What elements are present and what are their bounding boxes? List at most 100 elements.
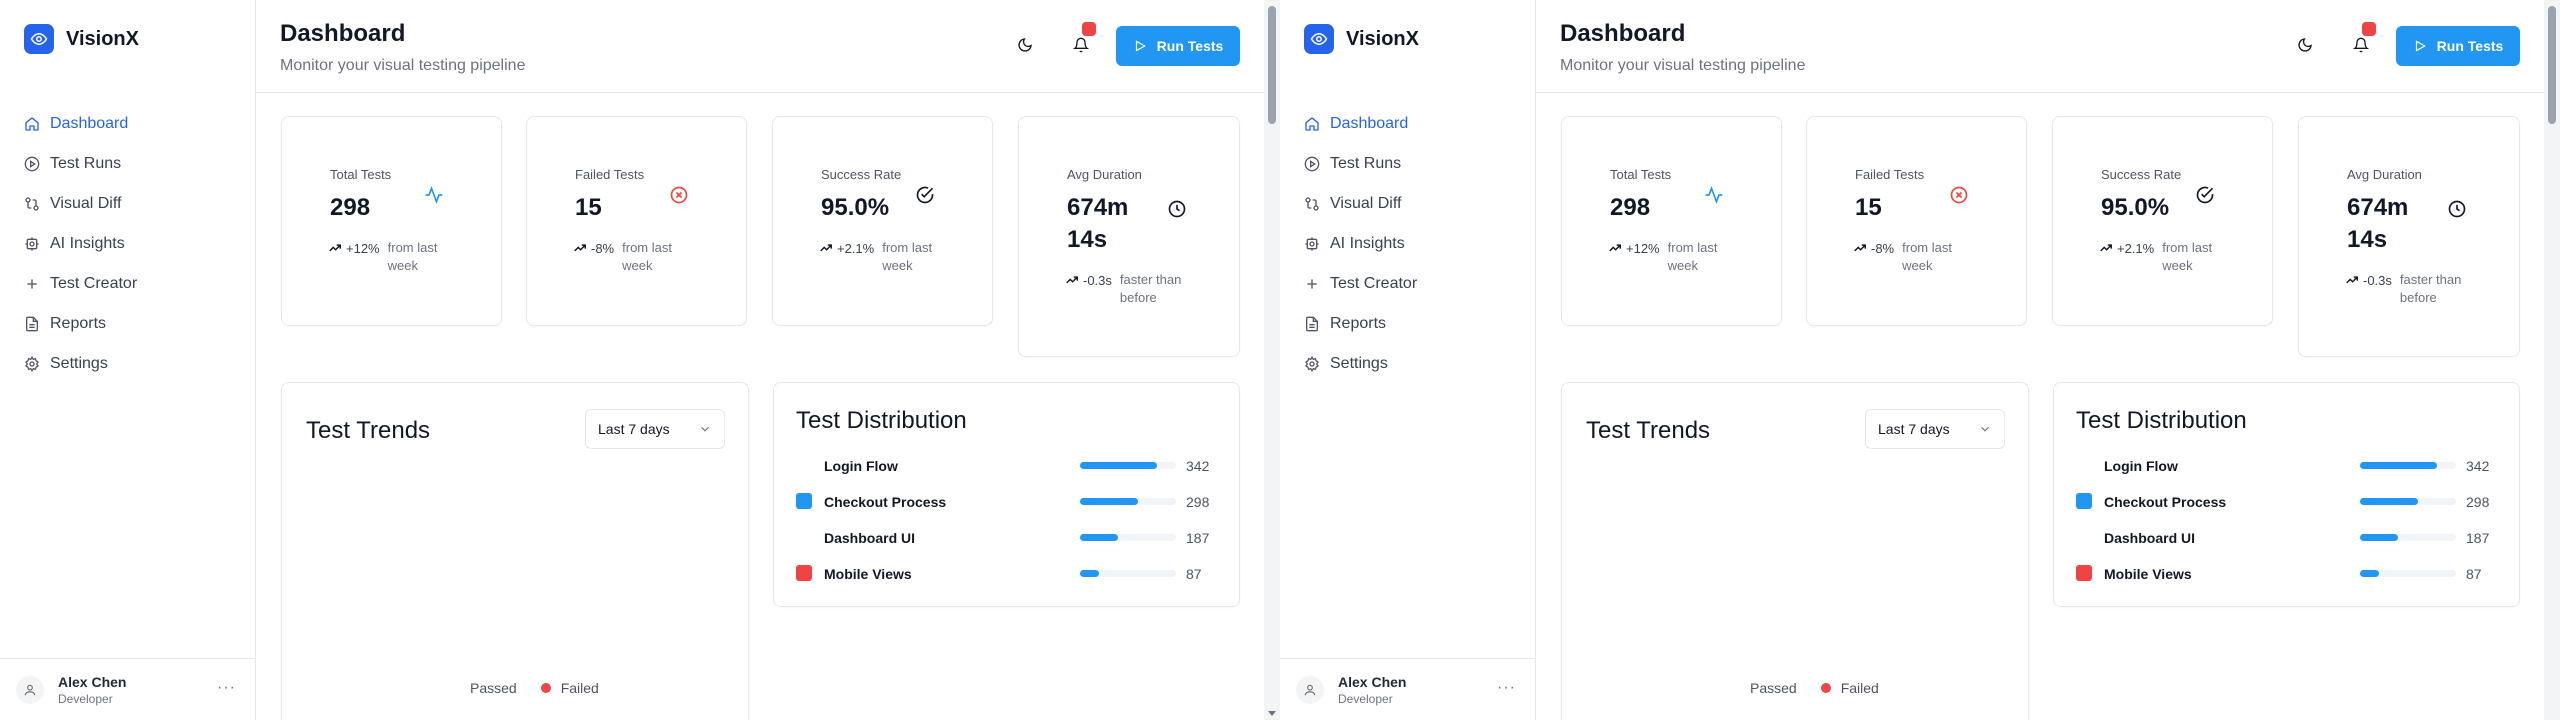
sidebar-item-settings[interactable]: Settings [24, 344, 234, 384]
stat-value: 674m 14s [1067, 194, 1129, 253]
bell-icon[interactable] [2350, 22, 2376, 56]
sidebar-item-label: Test Runs [50, 155, 122, 172]
scrollbar[interactable] [1264, 0, 1280, 720]
sidebar-item-test-creator[interactable]: Test Creator [1304, 264, 1514, 304]
brand[interactable]: VisionX [24, 24, 139, 54]
stat-change-value: +12% [1626, 241, 1660, 256]
theme-toggle-moon-icon[interactable] [2294, 34, 2316, 56]
sidebar-item-test-runs[interactable]: Test Runs [24, 144, 234, 184]
stat-change-value: +2.1% [837, 241, 875, 256]
distribution-value: 187 [1186, 530, 1210, 546]
scrollbar-thumb[interactable] [2548, 6, 2556, 124]
plus-icon [1304, 276, 1320, 292]
page-header: Dashboard Monitor your visual testing pi… [256, 0, 1264, 93]
user-name: Alex Chen [58, 673, 127, 690]
stat-label: Total Tests [330, 167, 392, 182]
run-tests-button[interactable]: Run Tests [2396, 26, 2520, 66]
run-tests-label: Run Tests [1156, 38, 1224, 54]
stat-change: -0.3s faster than before [1065, 271, 1200, 307]
sidebar-item-reports[interactable]: Reports [1304, 304, 1514, 344]
sidebar-item-label: Settings [50, 355, 108, 372]
distribution-bar [1080, 570, 1176, 577]
stat-label: Success Rate [821, 167, 902, 182]
user-panel[interactable]: Alex Chen Developer ··· [1280, 658, 1536, 720]
trend-up-icon [2346, 276, 2358, 284]
trend-up-icon [329, 244, 341, 252]
sidebar-item-label: Reports [1330, 315, 1387, 332]
distribution-bar-fill [2360, 534, 2399, 541]
activity-icon [422, 183, 446, 207]
chevron-down-icon [701, 426, 709, 432]
distribution-bar [1080, 462, 1176, 469]
sidebar-nav: Dashboard Test Runs Visual Diff AI Insig… [1304, 104, 1514, 384]
sidebar: VisionX Dashboard Test Runs Visual Diff [1280, 0, 1536, 720]
theme-toggle-moon-icon[interactable] [1014, 34, 1036, 56]
sidebar-item-dashboard[interactable]: Dashboard [24, 104, 234, 144]
stat-value: 674m 14s [2347, 194, 2409, 253]
check-circle-icon [913, 183, 937, 207]
run-tests-button[interactable]: Run Tests [1116, 26, 1240, 66]
distribution-name: Checkout Process [824, 494, 947, 510]
more-options-icon[interactable]: ··· [1497, 679, 1516, 697]
stat-change: +12% from last week [1608, 239, 1748, 275]
sidebar-item-dashboard[interactable]: Dashboard [1304, 104, 1514, 144]
stat-change: -0.3s faster than before [2345, 271, 2480, 307]
x-circle-icon [667, 183, 691, 207]
stat-card-failed-tests: Failed Tests 15 -8% from last week [1806, 116, 2027, 326]
eye-icon [1304, 24, 1334, 54]
file-icon [24, 316, 40, 332]
sidebar-item-ai-insights[interactable]: AI Insights [24, 224, 234, 264]
play-icon [2415, 40, 2426, 52]
stat-change: -8% from last week [1853, 239, 1982, 275]
stat-label: Failed Tests [575, 167, 645, 182]
distribution-bar-fill [2360, 462, 2437, 469]
stat-card-success-rate: Success Rate 95.0% +2.1% from last week [2052, 116, 2273, 326]
sidebar-item-label: AI Insights [1330, 235, 1405, 252]
sidebar-item-test-runs[interactable]: Test Runs [1304, 144, 1514, 184]
trend-up-icon [1066, 276, 1078, 284]
user-panel[interactable]: Alex Chen Developer ··· [0, 658, 256, 720]
date-range-select[interactable]: Last 7 days [585, 409, 725, 449]
legend-label-passed: Passed [1750, 680, 1797, 696]
notification-badge [1082, 22, 1096, 36]
sidebar-item-ai-insights[interactable]: AI Insights [1304, 224, 1514, 264]
avatar [16, 675, 44, 704]
distribution-name: Login Flow [2104, 458, 2178, 474]
stat-change: +12% from last week [328, 239, 468, 275]
gear-icon [24, 356, 40, 372]
distribution-bar-fill [1080, 534, 1119, 541]
trends-legend: Passed Failed [450, 680, 599, 696]
avatar [1296, 675, 1324, 704]
date-range-select[interactable]: Last 7 days [1865, 409, 2005, 449]
app-window-left: VisionX Dashboard Test Runs Visual Diff [0, 0, 1280, 720]
sidebar-item-visual-diff[interactable]: Visual Diff [1304, 184, 1514, 224]
play-icon [1135, 40, 1146, 52]
bell-icon[interactable] [1070, 22, 1096, 56]
date-range-value: Last 7 days [1878, 421, 1950, 437]
distribution-bar [2360, 534, 2456, 541]
sidebar-item-visual-diff[interactable]: Visual Diff [24, 184, 234, 224]
stat-change: -8% from last week [573, 239, 702, 275]
sidebar-item-test-creator[interactable]: Test Creator [24, 264, 234, 304]
sidebar-item-reports[interactable]: Reports [24, 304, 234, 344]
brand[interactable]: VisionX [1304, 24, 1419, 54]
sidebar-item-settings[interactable]: Settings [1304, 344, 1514, 384]
user-name: Alex Chen [1338, 673, 1407, 690]
date-range-value: Last 7 days [598, 421, 670, 437]
page-title: Dashboard [1560, 20, 1686, 47]
scrollbar-thumb[interactable] [1268, 6, 1276, 124]
scrollbar[interactable] [2544, 0, 2560, 720]
stat-change-note: from last week [882, 240, 933, 273]
stat-card-success-rate: Success Rate 95.0% +2.1% from last week [772, 116, 993, 326]
page-subtitle: Monitor your visual testing pipeline [1560, 57, 1806, 74]
distribution-row: Mobile Views 87 [2076, 563, 2496, 585]
page-subtitle: Monitor your visual testing pipeline [280, 57, 526, 74]
distribution-value: 298 [2466, 494, 2490, 510]
legend-label-failed: Failed [560, 680, 599, 696]
distribution-bar [2360, 570, 2456, 577]
user-role: Developer [1338, 691, 1393, 706]
more-options-icon[interactable]: ··· [217, 679, 236, 697]
distribution-value: 87 [1186, 566, 1202, 582]
eye-icon [24, 24, 54, 54]
scroll-down-arrow-icon[interactable] [1268, 711, 1276, 716]
